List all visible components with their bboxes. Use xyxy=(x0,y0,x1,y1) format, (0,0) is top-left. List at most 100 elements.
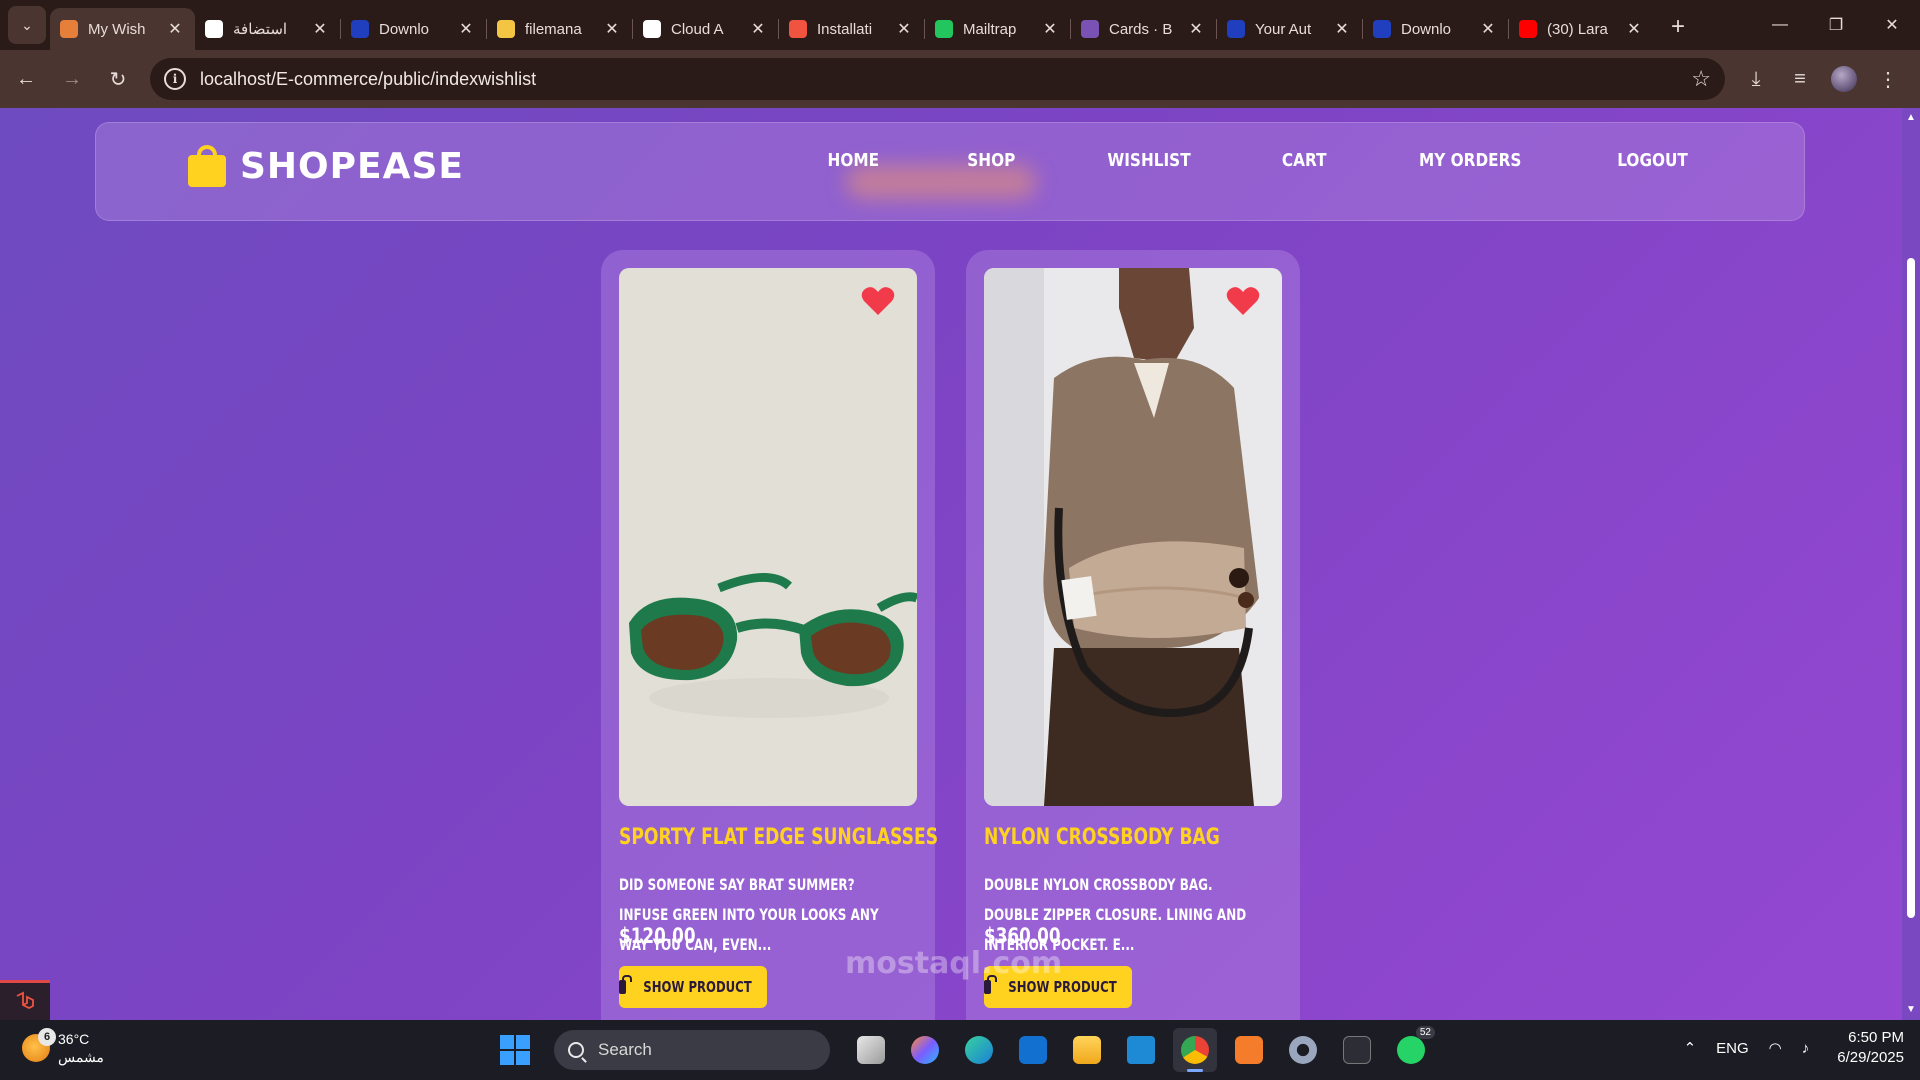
close-tab-icon[interactable]: ✕ xyxy=(310,19,330,39)
site-navbar: SHOPEASE HOME SHOP WISHLIST CART MY ORDE… xyxy=(95,122,1805,221)
restore-button[interactable]: ❐ xyxy=(1808,0,1864,50)
browser-tab[interactable]: Your Aut ✕ xyxy=(1217,8,1362,50)
browser-toolbar: ← → ↻ i localhost/E-commerce/public/inde… xyxy=(0,50,1920,108)
terminal-icon[interactable] xyxy=(1335,1028,1379,1072)
youtube-icon xyxy=(1519,20,1537,38)
product-title[interactable]: SPORTY FLAT EDGE SUNGLASSES xyxy=(619,825,938,850)
close-tab-icon[interactable]: ✕ xyxy=(1332,19,1352,39)
reload-button[interactable]: ↻ xyxy=(98,59,138,99)
debugbar-laravel-icon[interactable] xyxy=(0,980,50,1020)
clock[interactable]: 6:50 PM 6/29/2025 xyxy=(1837,1028,1904,1068)
scroll-up-arrow[interactable]: ▲ xyxy=(1905,112,1917,124)
tab-title: Downlo xyxy=(1401,20,1452,38)
shopping-bag-icon xyxy=(188,145,226,187)
outlook-icon[interactable] xyxy=(1011,1028,1055,1072)
close-tab-icon[interactable]: ✕ xyxy=(1624,19,1644,39)
browser-tab[interactable]: Mailtrap ✕ xyxy=(925,8,1070,50)
site-info-icon[interactable]: i xyxy=(164,68,186,90)
shield-icon xyxy=(497,20,515,38)
tab-title: Mailtrap xyxy=(963,20,1017,38)
close-tab-icon[interactable]: ✕ xyxy=(1040,19,1060,39)
browser-tab[interactable]: Cards · B ✕ xyxy=(1071,8,1216,50)
edge-icon[interactable] xyxy=(957,1028,1001,1072)
menu-dots-icon[interactable]: ⋮ xyxy=(1866,59,1910,99)
whatsapp-icon[interactable]: 52 xyxy=(1389,1026,1435,1072)
bag-icon xyxy=(984,975,997,994)
close-tab-icon[interactable]: ✕ xyxy=(165,19,185,39)
brand-logo[interactable]: SHOPEASE xyxy=(188,145,464,187)
bookmark-star-icon[interactable]: ☆ xyxy=(1691,66,1711,92)
heart-icon[interactable] xyxy=(1226,286,1260,316)
browser-tab[interactable]: filemana ✕ xyxy=(487,8,632,50)
tab-title: My Wish xyxy=(88,20,146,38)
close-tab-icon[interactable]: ✕ xyxy=(1186,19,1206,39)
address-url[interactable]: localhost/E-commerce/public/indexwishlis… xyxy=(200,69,536,90)
close-tab-icon[interactable]: ✕ xyxy=(894,19,914,39)
sun-icon: 6 xyxy=(22,1028,56,1062)
nav-logout[interactable]: LOGOUT xyxy=(1617,150,1688,171)
search-placeholder: Search xyxy=(598,1040,652,1059)
chevron-up-icon[interactable]: ⌃ xyxy=(1684,1039,1697,1057)
close-tab-icon[interactable]: ✕ xyxy=(1478,19,1498,39)
window-controls: — ❐ ✕ xyxy=(1752,0,1920,50)
media-control-icon[interactable]: ≡ xyxy=(1778,59,1822,99)
volume-icon[interactable]: ♪ xyxy=(1802,1040,1810,1057)
scroll-thumb[interactable] xyxy=(1907,258,1915,918)
close-tab-icon[interactable]: ✕ xyxy=(456,19,476,39)
browser-tab[interactable]: استضافة ✕ xyxy=(195,8,340,50)
browser-tab[interactable]: (30) Lara ✕ xyxy=(1509,8,1654,50)
n-icon xyxy=(1227,20,1245,38)
download-icon[interactable]: ⤓ xyxy=(1734,59,1778,99)
clock-time: 6:50 PM xyxy=(1848,1029,1904,1046)
nav-wishlist[interactable]: WISHLIST xyxy=(1107,150,1190,171)
taskbar-search[interactable]: Search xyxy=(554,1030,830,1070)
close-window-button[interactable]: ✕ xyxy=(1864,0,1920,50)
wishlist-card: SPORTY FLAT EDGE SUNGLASSES DID SOMEONE … xyxy=(601,250,938,1020)
nav-shop[interactable]: SHOP xyxy=(968,150,1016,171)
vscode-icon[interactable] xyxy=(1119,1028,1163,1072)
product-title[interactable]: NYLON CROSSBODY BAG xyxy=(984,825,1220,850)
settings-gear-icon[interactable] xyxy=(1281,1028,1325,1072)
windows-start-icon[interactable] xyxy=(500,1035,530,1065)
browser-tab[interactable]: Installati ✕ xyxy=(779,8,924,50)
browser-tab[interactable]: Cloud A ✕ xyxy=(633,8,778,50)
browser-tab[interactable]: Downlo ✕ xyxy=(341,8,486,50)
tab-title: Downlo xyxy=(379,20,430,38)
scroll-down-arrow[interactable]: ▼ xyxy=(1905,1004,1917,1016)
profile-avatar[interactable] xyxy=(1831,66,1857,92)
weather-widget[interactable]: 6 36°C مشمس xyxy=(22,1028,104,1066)
show-product-button[interactable]: SHOW PRODUCT xyxy=(619,966,767,1008)
page-viewport: SHOPEASE HOME SHOP WISHLIST CART MY ORDE… xyxy=(0,108,1920,1020)
wifi-icon[interactable]: ◠ xyxy=(1769,1039,1782,1057)
browser-tab[interactable]: My Wish ✕ xyxy=(50,8,195,50)
chrome-icon[interactable] xyxy=(1173,1028,1217,1072)
close-tab-icon[interactable]: ✕ xyxy=(748,19,768,39)
nav-my-orders[interactable]: MY ORDERS xyxy=(1419,150,1521,171)
weather-badge: 6 xyxy=(38,1028,56,1046)
file-explorer-icon[interactable] xyxy=(1065,1028,1109,1072)
address-bar[interactable]: i localhost/E-commerce/public/indexwishl… xyxy=(150,58,1725,100)
page-scrollbar[interactable]: ▲ ▼ xyxy=(1902,108,1920,1020)
tab-title: Installati xyxy=(817,20,873,38)
copilot-icon[interactable] xyxy=(903,1028,947,1072)
tab-search-button[interactable]: ⌄ xyxy=(8,6,46,44)
n-icon xyxy=(1373,20,1391,38)
nav-home[interactable]: HOME xyxy=(827,150,878,171)
new-tab-button[interactable]: + xyxy=(1662,11,1694,43)
heart-icon[interactable] xyxy=(861,286,895,316)
whatsapp-badge: 52 xyxy=(1415,1026,1435,1039)
watermark: mostaql.com xyxy=(845,946,1063,981)
pinned-apps: 52 xyxy=(844,1026,1438,1072)
browser-tab[interactable]: Downlo ✕ xyxy=(1363,8,1508,50)
back-button[interactable]: ← xyxy=(6,59,46,99)
product-price: $360.00 xyxy=(984,924,1061,948)
product-image-crossbody-bag[interactable] xyxy=(984,268,1282,806)
nav-cart[interactable]: CART xyxy=(1282,150,1327,171)
forward-button[interactable]: → xyxy=(52,59,92,99)
xampp-icon[interactable] xyxy=(1227,1028,1271,1072)
product-image-sunglasses[interactable] xyxy=(619,268,917,806)
minimize-button[interactable]: — xyxy=(1752,0,1808,50)
language-indicator[interactable]: ENG xyxy=(1716,1040,1749,1057)
close-tab-icon[interactable]: ✕ xyxy=(602,19,622,39)
task-view-icon[interactable] xyxy=(849,1028,893,1072)
